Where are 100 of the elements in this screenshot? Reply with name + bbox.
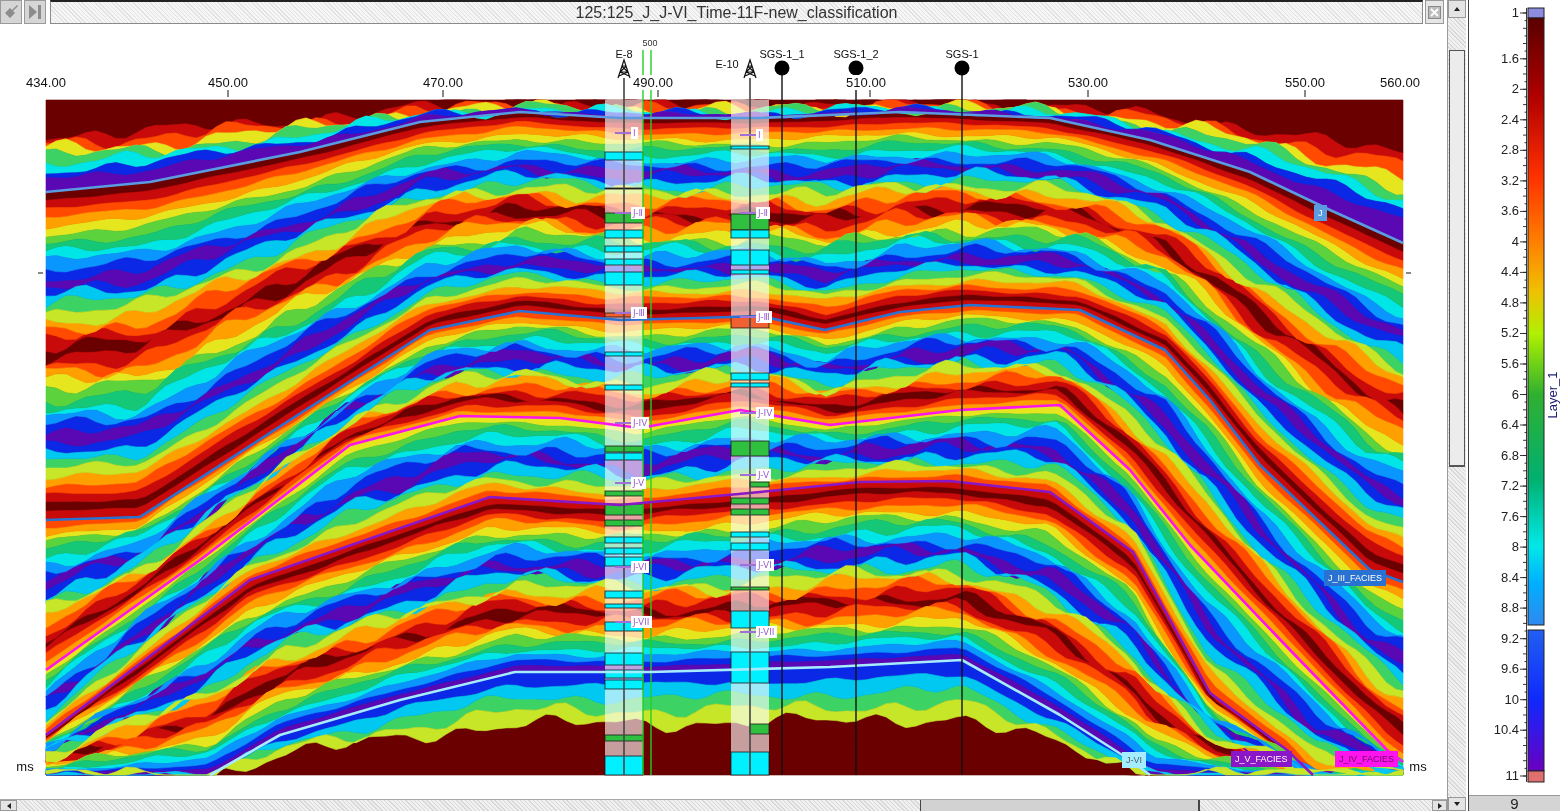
axis-tick <box>657 89 659 98</box>
marker-tick <box>739 631 757 633</box>
scale-tick-label: 6.4 <box>1499 417 1519 433</box>
axis-tick-label: 550.00 <box>1285 75 1325 90</box>
marker-tick <box>739 564 757 566</box>
window-title: 125:125_J_J-VI_Time-11F-new_classification <box>50 0 1423 24</box>
marker-label: Ⅰ <box>631 127 638 139</box>
scale-tick-label: 8.8 <box>1499 600 1519 617</box>
marker-label: J-VI <box>756 559 774 571</box>
scale-tick-label: 8.4 <box>1499 569 1519 586</box>
scale-tick-label: 5.6 <box>1499 355 1519 372</box>
scale-tick-label: 6 <box>1510 386 1519 403</box>
marker-label: J-V <box>631 477 647 489</box>
caret-down-icon <box>1454 802 1460 806</box>
scale-tick-label: 8 <box>1510 539 1519 556</box>
axis-tick-label: 530.00 <box>1068 75 1108 90</box>
status-value: 9 <box>1469 795 1560 811</box>
marker-tick <box>739 316 757 318</box>
marker-label: J-VII <box>756 626 777 638</box>
horizon-label: J_III_FACIES <box>1324 570 1387 586</box>
marker-tick <box>739 474 757 476</box>
marker-tick <box>739 412 757 414</box>
marker-tick <box>614 132 632 134</box>
horizon-label: J-VI <box>1122 752 1146 768</box>
axis-tick <box>442 89 444 98</box>
axis-tick-label: 434.00 <box>26 75 66 90</box>
marker-label: J-VI <box>631 561 649 573</box>
scale-tick-label: 4.4 <box>1499 264 1519 281</box>
scroll-down-button[interactable] <box>1448 797 1466 811</box>
well-name: E-8 <box>615 47 633 61</box>
scroll-up-button[interactable] <box>1448 0 1466 18</box>
marker-tick <box>739 134 757 136</box>
well-name: SGS-1_1 <box>759 47 805 61</box>
scrollbar-thumb[interactable] <box>920 800 1200 811</box>
close-icon <box>1428 5 1441 19</box>
scale-tick-label: 6.8 <box>1499 447 1519 464</box>
scale-tick-label: 11 <box>1504 768 1519 784</box>
scroll-right-button[interactable] <box>1432 800 1447 811</box>
marker-label: J-Ⅲ <box>631 307 647 319</box>
axis-tick <box>1405 272 1412 274</box>
caret-up-icon <box>1454 7 1460 11</box>
tool-icon <box>3 4 19 20</box>
caret-right-icon <box>1437 802 1442 809</box>
marker-label: J-VII <box>631 616 652 628</box>
dot-icon <box>954 60 970 76</box>
marker-label: Ⅰ <box>756 129 763 141</box>
marker-tick <box>614 621 632 623</box>
marker-tick <box>614 312 632 314</box>
scale-tick-label: 3.2 <box>1499 172 1519 189</box>
scale-tick-label: 9.2 <box>1499 630 1519 647</box>
axis-tick-label: 560.00 <box>1380 75 1420 90</box>
scale-tick-label: 2 <box>1510 81 1519 98</box>
marker-tick <box>739 212 757 214</box>
scale-tick-label: 2.8 <box>1499 142 1519 159</box>
marker-label: J-Ⅱ <box>631 207 645 219</box>
scale-tick-label: 4.8 <box>1499 294 1519 311</box>
scale-tick-label: 10.4 <box>1492 722 1519 739</box>
scale-tick-label: 7.2 <box>1499 478 1519 495</box>
derrick-icon <box>743 58 757 79</box>
axis-tick-label: 450.00 <box>208 75 248 90</box>
axis-tick-label: 490.00 <box>633 75 673 90</box>
scrollbar-thumb[interactable] <box>1449 50 1465 467</box>
marker-label: J-IV <box>756 407 775 419</box>
derrick-icon <box>617 58 631 79</box>
scale-tick-label: 9.6 <box>1499 661 1519 678</box>
unit-label: ms <box>16 759 34 775</box>
marker-label: J-Ⅲ <box>756 311 772 323</box>
well-name: E-10 <box>715 57 739 71</box>
unit-label: ms <box>1409 759 1427 775</box>
marker-label: J-IV <box>631 417 650 429</box>
axis-tick-label: 510.00 <box>846 75 886 90</box>
scale-tick-label: 5.2 <box>1499 325 1519 342</box>
axis-tick <box>1087 89 1089 98</box>
scale-tick-label: 3.6 <box>1499 203 1519 220</box>
scroll-left-button[interactable] <box>0 800 17 811</box>
horizon-label: J <box>1314 205 1327 221</box>
horizon-label: J_IV_FACIES <box>1335 751 1399 767</box>
well-name: SGS-1_2 <box>833 47 879 61</box>
marker-tick <box>614 422 632 424</box>
scale-tick-label: 1 <box>1510 5 1519 21</box>
horizon-label: J_V_FACIES <box>1231 751 1292 767</box>
dot-icon <box>774 60 790 76</box>
caret-left-icon <box>6 802 11 809</box>
horizontal-scrollbar[interactable] <box>0 799 1447 811</box>
axis-tick <box>869 89 871 98</box>
scale-tick-label: 2.4 <box>1499 111 1519 128</box>
vertical-scrollbar[interactable] <box>1447 0 1466 811</box>
axis-tick-label: 470.00 <box>423 75 463 90</box>
axis-tick <box>1304 89 1306 98</box>
scale-tick-label: 10 <box>1503 691 1519 708</box>
axis-tick <box>227 89 229 98</box>
marker-tick <box>614 482 632 484</box>
well-name: SGS-1 <box>945 47 979 61</box>
dot-icon <box>848 60 864 76</box>
trace-label: 500 <box>642 38 658 49</box>
skip-end-icon <box>29 5 41 19</box>
marker-label: J-Ⅱ <box>756 207 770 219</box>
marker-tick <box>614 566 632 568</box>
scale-tick-label: 1.6 <box>1499 50 1519 67</box>
scale-tick-label: 7.6 <box>1499 508 1519 525</box>
